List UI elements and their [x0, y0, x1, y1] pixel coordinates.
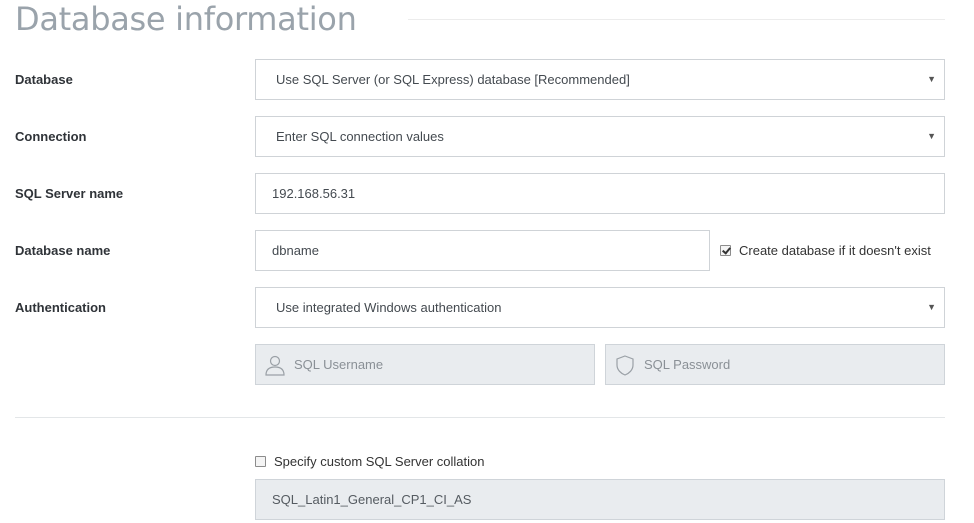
connection-select-value: Enter SQL connection values [276, 129, 444, 144]
server-name-value: 192.168.56.31 [272, 186, 356, 201]
shield-icon [614, 354, 636, 376]
server-name-input[interactable]: 192.168.56.31 [255, 173, 945, 214]
user-icon [264, 354, 286, 376]
authentication-select-value: Use integrated Windows authentication [276, 300, 502, 315]
database-name-input[interactable]: dbname [255, 230, 710, 271]
custom-collation-checkbox[interactable] [255, 456, 266, 467]
sql-password-placeholder: SQL Password [644, 357, 731, 372]
database-label: Database [15, 72, 73, 87]
authentication-select[interactable]: Use integrated Windows authentication ▼ [255, 287, 945, 328]
sql-username-placeholder: SQL Username [294, 357, 384, 372]
server-name-label: SQL Server name [15, 186, 124, 201]
create-database-toggle[interactable]: Create database if it doesn't exist [720, 243, 931, 258]
chevron-down-icon: ▼ [927, 131, 936, 141]
chevron-down-icon: ▼ [927, 74, 936, 84]
create-database-checkbox[interactable] [720, 245, 731, 256]
database-name-value: dbname [272, 243, 319, 258]
collation-input[interactable]: SQL_Latin1_General_CP1_CI_AS [255, 479, 945, 520]
chevron-down-icon: ▼ [927, 302, 936, 312]
authentication-label: Authentication [15, 300, 106, 315]
sql-password-input[interactable]: SQL Password [605, 344, 945, 385]
title-divider [408, 19, 945, 20]
collation-value: SQL_Latin1_General_CP1_CI_AS [272, 492, 472, 507]
database-select[interactable]: Use SQL Server (or SQL Express) database… [255, 59, 945, 100]
database-select-value: Use SQL Server (or SQL Express) database… [276, 72, 630, 87]
custom-collation-toggle[interactable]: Specify custom SQL Server collation [255, 454, 485, 469]
create-database-label: Create database if it doesn't exist [739, 243, 931, 258]
database-name-label: Database name [15, 243, 111, 258]
connection-select[interactable]: Enter SQL connection values ▼ [255, 116, 945, 157]
custom-collation-label: Specify custom SQL Server collation [274, 454, 485, 469]
sql-username-input[interactable]: SQL Username [255, 344, 595, 385]
connection-label: Connection [15, 129, 87, 144]
page-title: Database information [15, 0, 357, 38]
section-divider [15, 417, 945, 418]
